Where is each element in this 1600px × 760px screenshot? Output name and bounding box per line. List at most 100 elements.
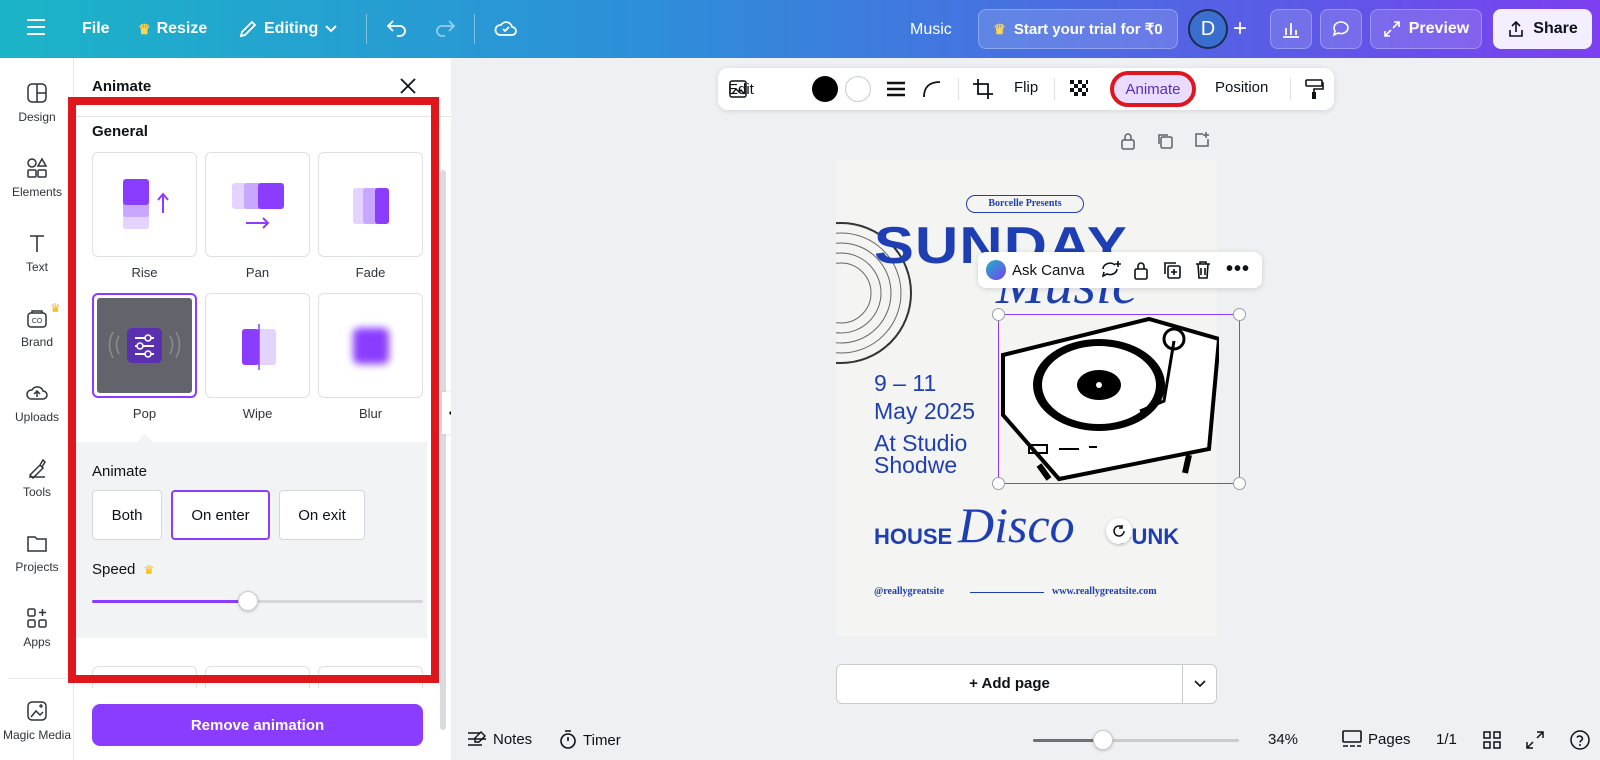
add-page-options-button[interactable] xyxy=(1183,665,1216,703)
share-button[interactable]: Share xyxy=(1493,9,1592,49)
zoom-level[interactable]: 34% xyxy=(1268,731,1298,748)
social-handle[interactable]: @reallygreatsite xyxy=(874,586,944,597)
document-title[interactable]: Music xyxy=(910,21,952,39)
resize-handle-br[interactable] xyxy=(1233,477,1246,490)
pages-label: Pages xyxy=(1368,730,1411,748)
zoom-slider-track[interactable] xyxy=(1033,730,1239,750)
effect-tile-wipe[interactable] xyxy=(205,293,310,398)
blur-effect-icon xyxy=(353,328,389,364)
projects-icon xyxy=(27,536,47,552)
genre-disco[interactable]: Disco xyxy=(958,496,1075,554)
insights-button[interactable] xyxy=(1270,9,1312,49)
effect-tile-fade[interactable] xyxy=(318,152,423,257)
panel-scrollbar[interactable] xyxy=(440,170,446,730)
resize-handle-bl[interactable] xyxy=(992,477,1005,490)
effect-tile-more-2[interactable] xyxy=(205,666,310,688)
animate-on-enter-button[interactable]: On enter xyxy=(171,490,270,540)
website-url[interactable]: www.reallygreatsite.com xyxy=(1052,586,1157,597)
rotate-handle-icon[interactable] xyxy=(1106,518,1132,544)
effect-tile-pan[interactable] xyxy=(205,152,310,257)
rail-item-apps[interactable]: Apps xyxy=(0,607,74,649)
corner-rounding-icon[interactable] xyxy=(922,79,942,103)
resize-handle-tl[interactable] xyxy=(992,308,1005,321)
event-venue-line2[interactable]: Shodwe xyxy=(874,452,957,479)
comment-add-icon[interactable] xyxy=(1100,260,1122,284)
presenter-badge[interactable]: Borcelle Presents xyxy=(966,195,1084,213)
add-page-button[interactable]: + Add page xyxy=(837,665,1182,703)
cloud-saved-icon[interactable] xyxy=(494,17,518,39)
animate-button[interactable]: Animate xyxy=(1110,71,1196,107)
edit-image-button[interactable]: Edit xyxy=(728,79,754,99)
help-icon[interactable] xyxy=(1569,729,1591,755)
border-style-icon[interactable] xyxy=(886,79,906,103)
remove-animation-button[interactable]: Remove animation xyxy=(92,704,423,746)
effect-tile-more-3[interactable] xyxy=(318,666,423,688)
share-icon xyxy=(1509,20,1524,37)
position-button[interactable]: Position xyxy=(1215,79,1268,96)
preview-button[interactable]: Preview xyxy=(1370,9,1482,49)
rail-item-brand[interactable]: ♛ CO Brand xyxy=(0,301,74,349)
speed-slider-track[interactable] xyxy=(92,591,423,611)
genre-house[interactable]: HOUSE xyxy=(874,524,952,550)
notes-button[interactable]: Notes xyxy=(467,730,532,748)
effect-tile-rise[interactable] xyxy=(92,152,197,257)
color-swatch-white[interactable] xyxy=(845,76,871,102)
editing-dropdown[interactable]: Editing xyxy=(238,19,338,39)
event-month[interactable]: May 2025 xyxy=(874,398,975,425)
avatar[interactable]: D xyxy=(1188,9,1228,49)
rail-item-magic-media[interactable]: Magic Media xyxy=(0,700,74,742)
effect-tile-blur[interactable] xyxy=(318,293,423,398)
effect-tile-pop[interactable] xyxy=(92,293,197,398)
copy-style-icon[interactable] xyxy=(1304,78,1324,104)
expand-icon xyxy=(1383,21,1400,37)
turntable-graphic xyxy=(1001,316,1222,482)
bottom-bar: Notes Timer 34% Pages 1/1 xyxy=(451,722,1600,760)
effect-label-fade: Fade xyxy=(355,265,386,280)
duplicate-icon[interactable] xyxy=(1162,260,1182,284)
notes-icon xyxy=(468,731,486,746)
effect-tile-more-1[interactable] xyxy=(92,666,197,688)
rail-label-brand: Brand xyxy=(20,335,54,349)
flip-button[interactable]: Flip xyxy=(1014,79,1038,96)
menu-icon[interactable] xyxy=(26,18,46,36)
color-swatch-black[interactable] xyxy=(812,76,838,102)
animate-on-exit-button[interactable]: On exit xyxy=(279,490,365,540)
rail-item-design[interactable]: Design xyxy=(0,82,74,124)
lock-icon[interactable] xyxy=(1132,260,1150,284)
fullscreen-icon[interactable] xyxy=(1526,731,1544,753)
selected-turntable-element[interactable] xyxy=(992,308,1246,490)
add-collaborator-icon[interactable]: + xyxy=(1233,15,1247,43)
resize-handle-tr[interactable] xyxy=(1233,308,1246,321)
toolbar-divider xyxy=(1054,78,1055,100)
event-dates[interactable]: 9 – 11 xyxy=(874,370,936,397)
undo-icon[interactable] xyxy=(386,18,408,38)
ask-canva-button[interactable]: Ask Canva xyxy=(986,260,1085,280)
animate-options-title: Animate xyxy=(92,463,148,480)
lock-page-icon[interactable] xyxy=(1119,132,1137,155)
duplicate-page-icon[interactable] xyxy=(1156,132,1174,155)
pages-button[interactable]: Pages xyxy=(1342,730,1411,748)
apps-icon xyxy=(27,608,47,628)
rail-item-elements[interactable]: Elements xyxy=(0,157,74,199)
crop-icon[interactable] xyxy=(972,78,994,104)
close-icon[interactable] xyxy=(400,78,416,99)
animate-both-button[interactable]: Both xyxy=(92,490,162,540)
add-page-icon[interactable] xyxy=(1193,131,1211,154)
transparency-icon[interactable] xyxy=(1068,78,1090,104)
resize-button[interactable]: ♛ Resize xyxy=(138,20,207,38)
redo-icon[interactable] xyxy=(434,18,456,38)
more-options-icon[interactable]: ••• xyxy=(1226,258,1250,281)
rail-item-projects[interactable]: Projects xyxy=(0,532,74,574)
timer-button[interactable]: Timer xyxy=(559,730,621,750)
speed-slider-thumb[interactable] xyxy=(237,591,258,611)
comments-button[interactable] xyxy=(1320,9,1362,49)
file-menu[interactable]: File xyxy=(82,20,110,38)
chevron-down-icon xyxy=(325,25,337,33)
rail-item-tools[interactable]: Tools xyxy=(0,457,74,499)
start-trial-button[interactable]: ♛ Start your trial for ₹0 xyxy=(978,9,1178,49)
rail-item-uploads[interactable]: Uploads xyxy=(0,382,74,424)
zoom-slider-thumb[interactable] xyxy=(1093,730,1114,750)
delete-icon[interactable] xyxy=(1194,260,1212,284)
grid-view-icon[interactable] xyxy=(1483,731,1501,753)
rail-item-text[interactable]: Text xyxy=(0,232,74,274)
